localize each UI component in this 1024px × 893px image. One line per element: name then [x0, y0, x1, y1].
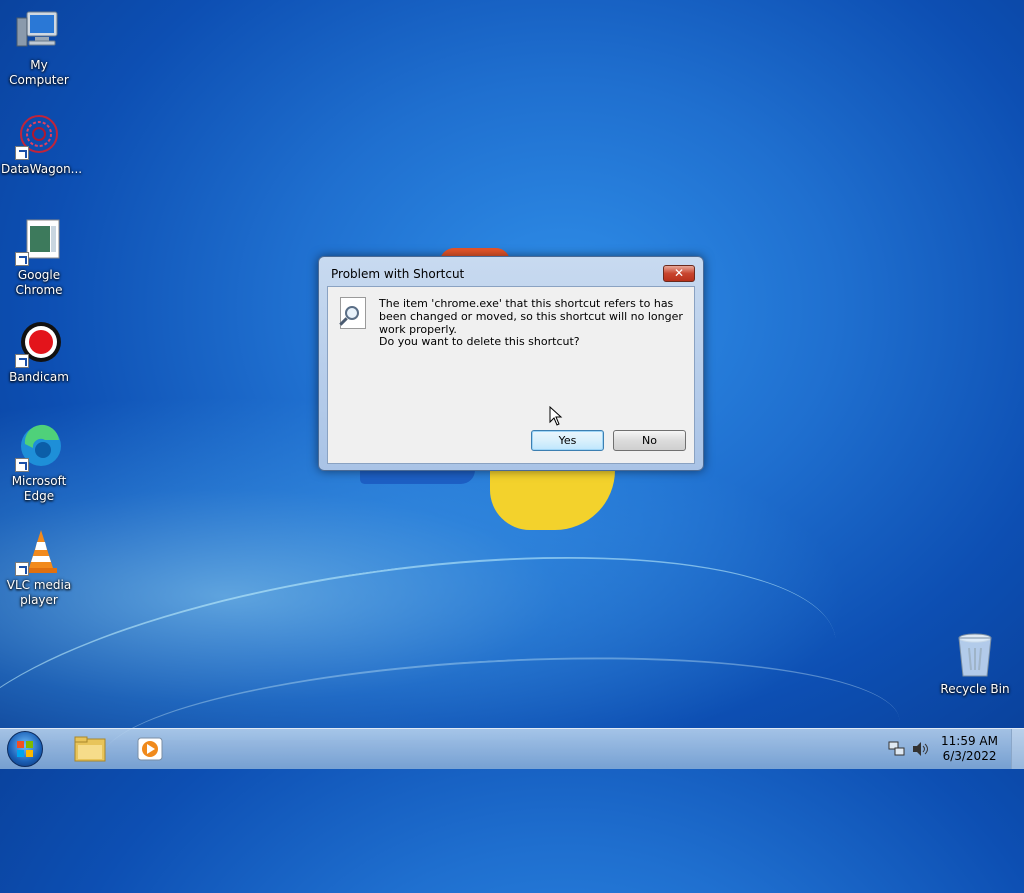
desktop-icon-microsoft-edge[interactable]: Microsoft Edge — [1, 424, 77, 504]
system-tray: 11:59 AM 6/3/2022 — [874, 729, 1024, 769]
shortcut-arrow-icon — [15, 458, 29, 472]
desktop-icon-label: DataWagon... — [1, 162, 83, 176]
taskbar-media-player-button[interactable] — [130, 733, 170, 765]
dialog-question: Do you want to delete this shortcut? — [379, 335, 580, 348]
network-icon[interactable] — [888, 741, 906, 757]
taskbar-explorer-button[interactable] — [70, 733, 110, 765]
desktop-icon-vlc[interactable]: VLC media player — [1, 528, 77, 608]
shortcut-arrow-icon — [15, 146, 29, 160]
chrome-broken-icon — [15, 218, 63, 266]
desktop-icon-bandicam[interactable]: Bandicam — [1, 320, 77, 385]
shortcut-arrow-icon — [15, 252, 29, 266]
desktop-icon-recycle-bin[interactable]: Recycle Bin — [937, 632, 1013, 697]
close-button[interactable]: ✕ — [663, 265, 695, 282]
computer-icon — [15, 8, 63, 56]
vlc-cone-icon — [15, 528, 63, 576]
desktop-icon-datawagon[interactable]: DataWagon... — [1, 112, 83, 177]
media-player-icon — [137, 737, 163, 761]
desktop-icon-label: VLC media player — [6, 578, 72, 607]
bandicam-icon — [15, 320, 63, 368]
recycle-bin-icon — [951, 632, 999, 680]
desktop-icon-label: Recycle Bin — [940, 682, 1010, 696]
desktop-icon-my-computer[interactable]: My Computer — [1, 8, 77, 88]
problem-with-shortcut-dialog[interactable]: Problem with Shortcut ✕ The item 'chrome… — [318, 256, 704, 471]
show-desktop-button[interactable] — [1011, 729, 1024, 769]
volume-icon[interactable] — [912, 741, 930, 757]
shortcut-arrow-icon — [15, 562, 29, 576]
dialog-title: Problem with Shortcut — [331, 267, 465, 281]
desktop-icon-label: My Computer — [9, 58, 69, 87]
dialog-body: The item 'chrome.exe' that this shortcut… — [327, 286, 695, 464]
taskbar: 11:59 AM 6/3/2022 — [0, 728, 1024, 769]
no-button[interactable]: No — [613, 430, 686, 451]
datawagon-icon — [15, 112, 63, 160]
windows-logo-icon — [17, 741, 33, 757]
start-button[interactable] — [7, 731, 43, 767]
magnifier-handle — [339, 317, 348, 326]
missing-file-magnifier-icon — [339, 297, 366, 329]
clock[interactable]: 11:59 AM 6/3/2022 — [941, 734, 998, 764]
shortcut-arrow-icon — [15, 354, 29, 368]
clock-date: 6/3/2022 — [942, 749, 997, 763]
mouse-pointer-icon — [549, 406, 563, 426]
desktop-icon-label: Microsoft Edge — [11, 474, 67, 503]
wallpaper-flag-blue — [360, 470, 475, 484]
edge-icon — [15, 424, 63, 472]
clock-time: 11:59 AM — [941, 734, 998, 748]
desktop-icon-google-chrome[interactable]: Google Chrome — [1, 218, 77, 298]
folder-icon — [74, 736, 106, 762]
yes-button[interactable]: Yes — [531, 430, 604, 451]
desktop-icon-label: Bandicam — [9, 370, 69, 384]
dialog-message: The item 'chrome.exe' that this shortcut… — [379, 297, 683, 336]
desktop-icon-label: Google Chrome — [15, 268, 63, 297]
